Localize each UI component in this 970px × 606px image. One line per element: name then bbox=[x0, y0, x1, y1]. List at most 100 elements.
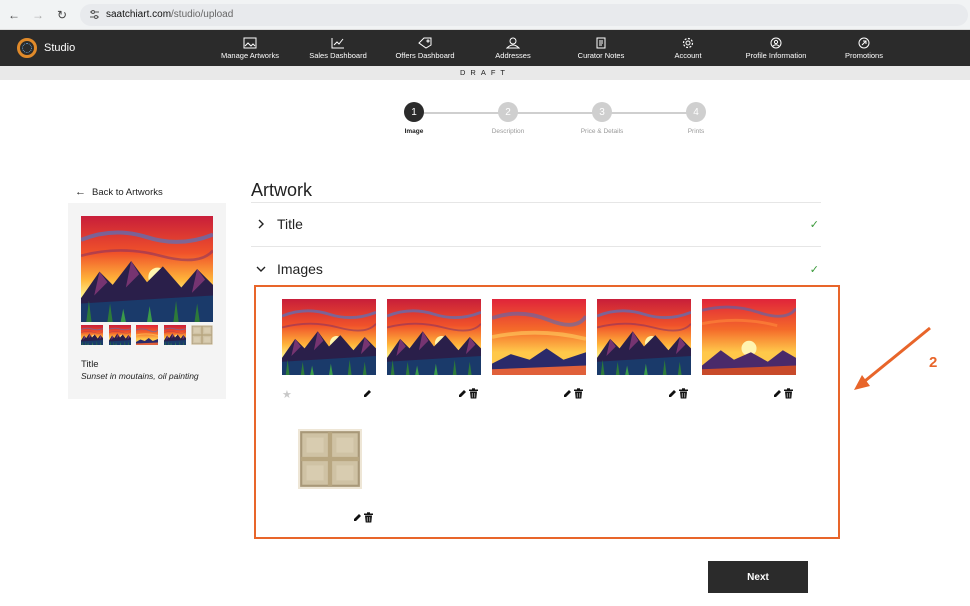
step-prints[interactable]: 4 Prints bbox=[666, 102, 726, 135]
image-tile[interactable] bbox=[595, 297, 693, 399]
nav-promotions[interactable]: Promotions bbox=[838, 30, 890, 66]
artwork-image bbox=[700, 297, 798, 377]
step-label: Image bbox=[404, 128, 424, 135]
pencil-icon[interactable] bbox=[352, 512, 363, 523]
nav-label: Sales Dashboard bbox=[309, 50, 367, 60]
studio-brand[interactable]: Studio bbox=[17, 38, 197, 58]
image-actions bbox=[352, 512, 374, 523]
nav-label: Manage Artworks bbox=[221, 50, 279, 60]
step-number: 4 bbox=[686, 102, 706, 122]
step-label: Description bbox=[491, 128, 525, 135]
address-bar[interactable]: saatchiart.com/studio/upload bbox=[80, 3, 968, 26]
back-to-artworks-link[interactable]: ← Back to Artworks bbox=[75, 186, 163, 198]
chevron-down-icon bbox=[251, 265, 271, 273]
artwork-description: Sunset in moutains, oil painting bbox=[81, 371, 199, 381]
nav-curator-notes[interactable]: Curator Notes bbox=[570, 30, 632, 66]
annotation-arrow-icon bbox=[854, 326, 931, 390]
section-title[interactable]: Title ✓ bbox=[251, 209, 821, 239]
artwork-thumbnails bbox=[81, 325, 219, 345]
user-location-icon bbox=[506, 37, 520, 49]
image-tile[interactable] bbox=[385, 297, 483, 399]
back-label: Back to Artworks bbox=[92, 186, 163, 198]
thumbnail[interactable] bbox=[163, 325, 186, 345]
artwork-image bbox=[490, 297, 588, 377]
promotion-icon bbox=[857, 37, 871, 49]
thumbnail[interactable] bbox=[191, 325, 213, 345]
browser-toolbar: ← → ↻ saatchiart.com/studio/upload bbox=[0, 0, 970, 30]
thumbnail[interactable] bbox=[81, 325, 103, 345]
nav-addresses[interactable]: Addresses bbox=[483, 30, 543, 66]
images-highlight-box: ★ bbox=[254, 285, 840, 539]
chart-icon bbox=[331, 37, 345, 49]
trash-icon[interactable] bbox=[363, 512, 374, 523]
artwork-summary-card: Title Sunset in moutains, oil painting bbox=[68, 203, 226, 399]
nav-label: Promotions bbox=[845, 50, 883, 60]
nav-label: Addresses bbox=[495, 50, 531, 60]
nav-offers-dashboard[interactable]: Offers Dashboard bbox=[390, 30, 460, 66]
back-arrow-icon[interactable]: ← bbox=[4, 5, 24, 25]
trash-icon[interactable] bbox=[783, 388, 794, 399]
image-tile[interactable]: ★ bbox=[280, 297, 378, 401]
trash-icon[interactable] bbox=[573, 388, 584, 399]
pencil-icon[interactable] bbox=[772, 388, 783, 399]
step-label: Price & Details bbox=[580, 128, 624, 135]
section-label: Title bbox=[277, 216, 303, 232]
nav-profile-information[interactable]: Profile Information bbox=[738, 30, 814, 66]
trash-icon[interactable] bbox=[678, 388, 689, 399]
canvas-back-image bbox=[296, 427, 364, 491]
forward-arrow-icon[interactable]: → bbox=[28, 5, 48, 25]
check-icon: ✓ bbox=[809, 218, 819, 231]
tag-icon bbox=[418, 37, 432, 49]
thumbnail[interactable] bbox=[136, 325, 158, 345]
nav-manage-artworks[interactable]: Manage Artworks bbox=[216, 30, 284, 66]
studio-logo-icon bbox=[17, 38, 37, 58]
step-number: 3 bbox=[592, 102, 612, 122]
step-image[interactable]: 1 Image bbox=[384, 102, 444, 135]
trash-icon[interactable] bbox=[468, 388, 479, 399]
top-navigation: Studio Manage Artworks Sales Dashboard O… bbox=[0, 30, 970, 66]
gear-icon bbox=[681, 37, 695, 49]
pencil-icon[interactable] bbox=[667, 388, 678, 399]
nav-label: Account bbox=[674, 50, 702, 60]
section-label: Images bbox=[277, 261, 323, 277]
check-icon: ✓ bbox=[809, 263, 819, 276]
arrow-left-icon: ← bbox=[75, 186, 86, 198]
artwork-title-label: Title bbox=[81, 359, 99, 370]
pencil-icon[interactable] bbox=[362, 388, 373, 399]
image-tile[interactable] bbox=[700, 297, 798, 399]
annotation-number: 2 bbox=[929, 354, 938, 371]
divider bbox=[251, 246, 821, 247]
step-number: 2 bbox=[498, 102, 518, 122]
image-actions bbox=[362, 388, 373, 399]
image-actions bbox=[457, 388, 479, 399]
nav-account[interactable]: Account bbox=[664, 30, 712, 66]
image-tile[interactable] bbox=[296, 427, 373, 523]
image-actions bbox=[667, 388, 689, 399]
reload-icon[interactable]: ↻ bbox=[52, 5, 72, 25]
upload-stepper: 1 Image 2 Description 3 Price & Details … bbox=[388, 102, 718, 142]
pencil-icon[interactable] bbox=[457, 388, 468, 399]
page-title: Artwork bbox=[251, 180, 313, 200]
step-price-details[interactable]: 3 Price & Details bbox=[572, 102, 632, 135]
step-number: 1 bbox=[404, 102, 424, 122]
artwork-main-image bbox=[81, 216, 213, 322]
nav-label: Curator Notes bbox=[577, 50, 625, 60]
site-settings-icon[interactable] bbox=[88, 9, 100, 21]
pencil-icon[interactable] bbox=[562, 388, 573, 399]
step-label: Prints bbox=[687, 128, 705, 135]
image-actions bbox=[562, 388, 584, 399]
profile-icon bbox=[769, 37, 783, 49]
notes-icon bbox=[594, 37, 608, 49]
section-images[interactable]: Images ✓ bbox=[251, 254, 821, 284]
image-tile[interactable] bbox=[490, 297, 588, 399]
divider bbox=[251, 202, 821, 203]
chevron-right-icon bbox=[251, 219, 271, 229]
image-actions bbox=[772, 388, 794, 399]
brand-name: Studio bbox=[44, 42, 76, 54]
star-icon[interactable]: ★ bbox=[282, 388, 292, 401]
step-description[interactable]: 2 Description bbox=[478, 102, 538, 135]
image-icon bbox=[243, 37, 257, 49]
nav-sales-dashboard[interactable]: Sales Dashboard bbox=[304, 30, 372, 66]
thumbnail[interactable] bbox=[108, 325, 131, 345]
next-button[interactable]: Next bbox=[708, 561, 808, 593]
